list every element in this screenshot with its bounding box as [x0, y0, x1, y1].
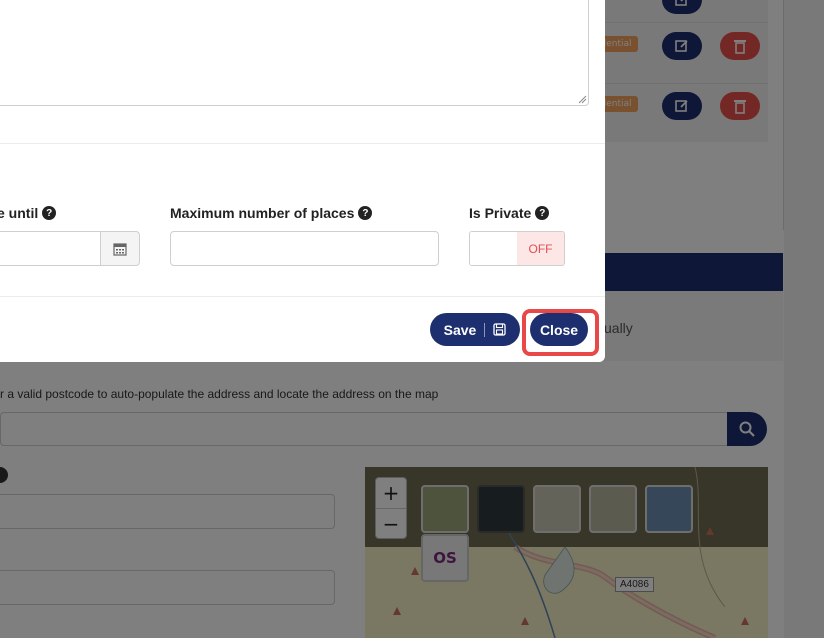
is-private-label: Is Private ? [469, 205, 550, 221]
available-until-input[interactable] [0, 231, 101, 266]
description-textarea[interactable] [0, 0, 589, 106]
available-until-label: e until ? [0, 205, 57, 221]
calendar-button[interactable] [100, 231, 140, 266]
section-divider [0, 143, 605, 144]
is-private-label-text: Is Private [469, 205, 532, 221]
is-private-toggle[interactable]: OFF [469, 231, 565, 266]
event-modal: e until ? Maximum number of places ? Is … [0, 0, 605, 362]
help-icon: ? [42, 206, 57, 220]
calendar-icon [113, 242, 127, 256]
footer-divider [0, 296, 605, 297]
floppy-disk-icon [493, 323, 506, 336]
toggle-state: OFF [517, 232, 564, 265]
save-button[interactable]: Save [430, 313, 520, 346]
help-icon: ? [358, 206, 373, 220]
resize-handle-icon[interactable] [577, 94, 587, 104]
available-until-label-text: e until [0, 205, 39, 221]
save-button-label: Save [443, 321, 477, 338]
max-places-input[interactable] [170, 231, 439, 266]
max-places-label: Maximum number of places ? [170, 205, 373, 221]
help-icon: ? [535, 206, 550, 220]
max-places-label-text: Maximum number of places [170, 205, 355, 221]
close-button-highlight [522, 309, 599, 356]
toggle-handle [470, 232, 517, 265]
